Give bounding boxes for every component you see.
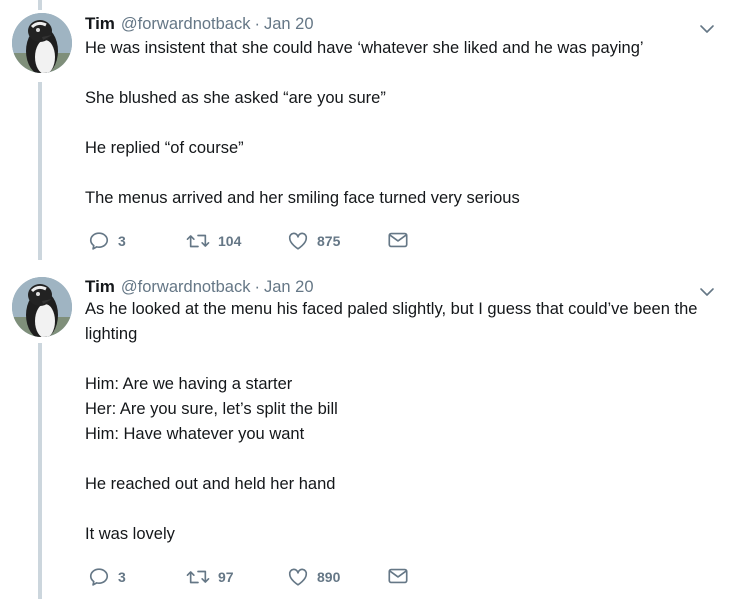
author-handle[interactable]: @forwardnotback [121,277,251,297]
like-count: 890 [317,569,341,585]
author-name[interactable]: Tim [85,277,115,297]
penguin-avatar [12,13,72,73]
chevron-down-icon[interactable] [696,18,718,40]
tweet-1[interactable]: Tim @forwardnotback · Jan 20 He was insi… [0,0,740,262]
like-button[interactable]: 875 [287,229,340,253]
author-name[interactable]: Tim [85,14,115,34]
tweet-actions: 3 104 875 [88,229,418,253]
reply-icon [89,568,109,586]
tweet-paragraph: He reached out and held her hand [85,475,336,493]
direct-message-button[interactable] [387,565,409,587]
tweet-paragraph: He replied “of course” [85,139,244,157]
heart-icon [288,568,308,586]
reply-count: 3 [118,569,126,585]
retweet-icon [186,570,210,584]
reply-button[interactable]: 3 [88,565,126,589]
penguin-avatar [12,277,72,337]
retweet-button[interactable]: 104 [186,229,241,253]
tweet-paragraph: The menus arrived and her smiling face t… [85,189,520,207]
envelope-icon [388,232,408,248]
heart-icon [288,232,308,250]
retweet-button[interactable]: 97 [186,565,234,589]
tweet-date[interactable]: Jan 20 [264,277,314,297]
like-count: 875 [317,233,341,249]
chevron-down-icon[interactable] [696,281,718,303]
tweet-date[interactable]: Jan 20 [264,14,314,34]
tweet-paragraph: He was insistent that she could have ‘wh… [85,39,644,57]
tweet-actions: 3 97 890 [88,565,418,589]
tweet-text: As he looked at the menu his faced paled… [85,297,718,547]
reply-icon [89,232,109,250]
tweet-paragraph: It was lovely [85,525,175,543]
reply-count: 3 [118,233,126,249]
tweet-header: Tim @forwardnotback · Jan 20 [85,277,718,297]
tweet-paragraph: Him: Are we having a starter Her: Are yo… [85,375,338,443]
tweet-2[interactable]: Tim @forwardnotback · Jan 20 As he looke… [0,262,740,599]
reply-button[interactable]: 3 [88,229,126,253]
retweet-icon [186,234,210,248]
separator: · [254,278,260,296]
author-handle[interactable]: @forwardnotback [121,14,251,34]
like-button[interactable]: 890 [287,565,340,589]
tweet-paragraph: She blushed as she asked “are you sure” [85,89,386,107]
tweet-text: He was insistent that she could have ‘wh… [85,36,718,211]
tweet-paragraph: As he looked at the menu his faced paled… [85,300,703,343]
separator: · [254,15,260,33]
avatar[interactable] [12,13,72,73]
direct-message-button[interactable] [387,229,409,251]
retweet-count: 104 [218,233,242,249]
envelope-icon [388,568,408,584]
retweet-count: 97 [218,569,234,585]
tweet-header: Tim @forwardnotback · Jan 20 [85,14,718,34]
avatar[interactable] [12,277,72,337]
